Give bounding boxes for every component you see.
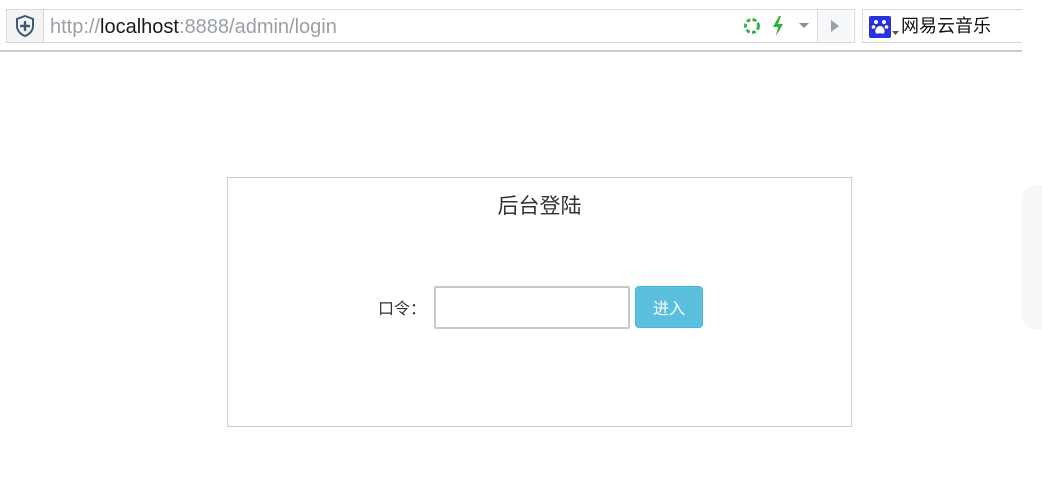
password-label: 口令： [378,299,427,318]
address-bar[interactable]: http://localhost:8888/admin/login [6,9,855,43]
url-path: :8888/admin/login [178,16,337,38]
url-host: localhost [100,16,179,38]
play-icon[interactable] [817,10,852,42]
chevron-down-icon [891,19,899,40]
url-text[interactable]: http://localhost:8888/admin/login [50,15,337,39]
search-text[interactable]: 网易云音乐 [901,15,991,39]
search-engine-selector[interactable] [869,16,899,42]
page-title: 后台登陆 [497,194,582,218]
baidu-paw-icon [869,16,891,42]
enter-button[interactable]: 进入 [635,286,704,328]
browser-toolbar: http://localhost:8888/admin/login 网易云音乐 [0,0,1022,52]
password-input[interactable] [434,285,631,329]
side-panel-edge [1022,185,1042,330]
refresh-icon[interactable] [739,10,765,42]
url-scheme: http:// [50,16,101,38]
login-panel: 后台登陆 口令： 进入 [227,177,852,427]
dropdown-arrow-icon[interactable] [791,10,817,42]
login-form: 口令： 进入 [378,285,704,329]
search-box[interactable]: 网易云音乐 [862,9,1022,43]
lightning-icon[interactable] [765,10,791,42]
address-bar-icons [739,10,852,42]
shield-icon[interactable] [7,10,44,42]
